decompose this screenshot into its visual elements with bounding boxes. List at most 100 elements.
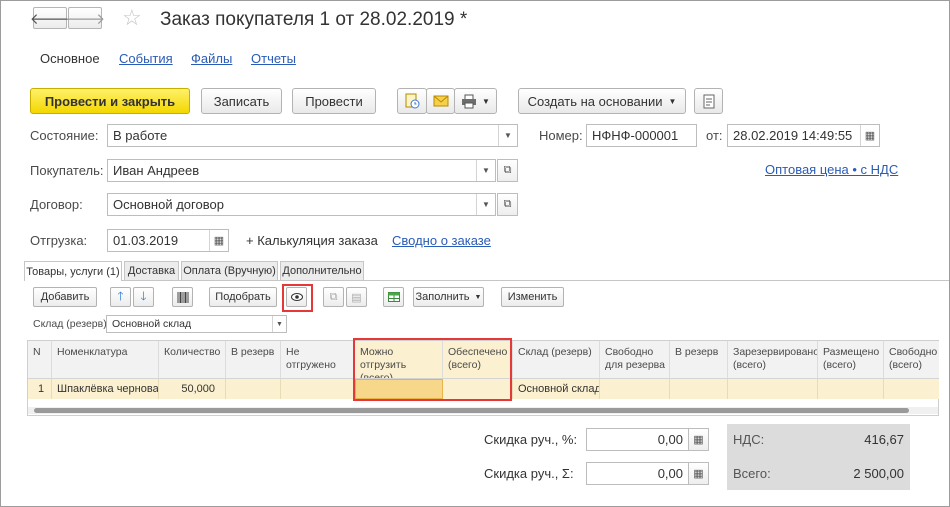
table-cell-placed[interactable] — [818, 379, 884, 399]
state-select[interactable]: В работе ▼ — [107, 124, 518, 147]
table-cell-not-shipped[interactable] — [281, 379, 355, 399]
table-cell-free-for-reserve[interactable] — [600, 379, 670, 399]
calendar-icon[interactable]: ▦ — [209, 230, 228, 251]
date-field[interactable]: 28.02.2019 14:49:55 ▦ — [727, 124, 880, 147]
discount-sum-field[interactable]: 0,00 — [586, 462, 689, 485]
page-title: Заказ покупателя 1 от 28.02.2019 * — [160, 9, 468, 30]
create-based-label: Создать на основании — [527, 93, 663, 109]
buyer-field[interactable]: Иван Андреев ▼ — [107, 159, 496, 182]
chevron-down-icon[interactable]: ▼ — [476, 194, 495, 215]
table-cell-reserved[interactable] — [728, 379, 818, 399]
date-label: от: — [706, 128, 723, 143]
fill-button[interactable]: Заполнить ▼ — [413, 287, 484, 307]
report-doc-button[interactable] — [397, 88, 427, 114]
shipment-label: Отгрузка: — [30, 233, 88, 248]
nav-files[interactable]: Файлы — [191, 51, 232, 66]
move-up-icon[interactable]: 🡑 — [110, 287, 131, 307]
envelope-icon — [433, 95, 448, 107]
chevron-down-icon: ▼ — [482, 96, 490, 106]
barcode-button[interactable] — [172, 287, 193, 307]
warehouse-label: Склад (резерв): — [33, 318, 110, 330]
table-cell-n[interactable]: 1 — [28, 379, 52, 399]
tab-payment[interactable]: Оплата (Вручную) — [181, 261, 278, 280]
post-button[interactable]: Провести — [292, 88, 376, 114]
print-button[interactable]: ▼ — [454, 88, 497, 114]
column-header-not-shipped[interactable]: Не отгружено — [281, 341, 355, 379]
scrollbar-thumb[interactable] — [34, 408, 909, 413]
number-field[interactable]: НФНФ-000001 — [586, 124, 697, 147]
column-header-to-reserve-2[interactable]: В резерв — [670, 341, 728, 379]
column-header-nomenclature[interactable]: Номенклатура — [52, 341, 159, 379]
add-button[interactable]: Добавить — [33, 287, 97, 307]
back-button[interactable]: 🡐 — [30, 7, 70, 29]
horizontal-scrollbar[interactable] — [28, 407, 938, 414]
arrow-right-icon: 🡒 — [64, 10, 106, 28]
table-fill-button[interactable] — [383, 287, 404, 307]
move-down-icon[interactable]: 🡓 — [133, 287, 154, 307]
discount-percent-label: Скидка руч., %: — [484, 432, 578, 447]
table-cell-quantity[interactable]: 50,000 — [159, 379, 226, 399]
structure-button[interactable] — [694, 88, 723, 114]
barcode-icon — [177, 291, 188, 303]
table-cell-provided[interactable] — [443, 379, 513, 399]
price-type-link[interactable]: Оптовая цена • с НДС — [765, 162, 898, 177]
nav-main[interactable]: Основное — [40, 51, 100, 66]
tab-goods[interactable]: Товары, услуги (1) — [24, 261, 122, 281]
state-label: Состояние: — [30, 128, 99, 143]
open-icon[interactable]: ⧉ — [497, 193, 518, 216]
fill-label: Заполнить — [415, 291, 470, 303]
tab-delivery[interactable]: Доставка — [124, 261, 179, 280]
copy-icon[interactable]: ⧉ — [323, 287, 344, 307]
show-toggle-button[interactable] — [286, 287, 307, 307]
calculation-text[interactable]: + Калькуляция заказа — [246, 233, 378, 248]
buyer-label: Покупатель: — [30, 163, 104, 178]
column-header-can-ship[interactable]: Можно отгрузить (всего) — [355, 341, 443, 379]
post-and-close-button[interactable]: Провести и закрыть — [30, 88, 190, 114]
eye-icon — [290, 293, 303, 301]
table-cell-warehouse[interactable]: Основной склад — [513, 379, 600, 399]
contract-field[interactable]: Основной договор ▼ — [107, 193, 496, 216]
table-cell-free[interactable] — [884, 379, 939, 399]
warehouse-value: Основной склад — [112, 318, 192, 330]
contract-label: Договор: — [30, 197, 83, 212]
discount-percent-field[interactable]: 0,00 — [586, 428, 689, 451]
calendar-icon[interactable]: ▦ — [860, 125, 879, 146]
tabs-divider — [24, 280, 950, 281]
create-based-on-button[interactable]: Создать на основании ▼ — [518, 88, 686, 114]
nav-events[interactable]: События — [119, 51, 173, 66]
save-button[interactable]: Записать — [201, 88, 282, 114]
table-cell-nomenclature[interactable]: Шпаклёвка черновая — [52, 379, 159, 399]
column-header-reserved[interactable]: Зарезервировано (всего) — [728, 341, 818, 379]
table-cell-can-ship[interactable] — [355, 379, 443, 399]
column-header-quantity[interactable]: Количество — [159, 341, 226, 379]
chevron-down-icon[interactable]: ▼ — [272, 316, 286, 332]
column-header-free[interactable]: Свободно (всего) — [884, 341, 939, 379]
paste-icon[interactable]: ▤ — [346, 287, 367, 307]
chevron-down-icon[interactable]: ▼ — [476, 160, 495, 181]
column-header-warehouse[interactable]: Склад (резерв) — [513, 341, 600, 379]
star-icon[interactable]: ☆ — [122, 5, 142, 31]
pick-button[interactable]: Подобрать — [209, 287, 277, 307]
calculator-icon[interactable]: ▦ — [688, 462, 709, 485]
change-button[interactable]: Изменить — [501, 287, 564, 307]
email-button[interactable] — [426, 88, 455, 114]
table-cell-to-reserve[interactable] — [226, 379, 281, 399]
table-green-icon — [387, 292, 400, 302]
column-header-placed[interactable]: Размещено (всего) — [818, 341, 884, 379]
shipment-date-field[interactable]: 01.03.2019 ▦ — [107, 229, 229, 252]
printer-icon — [462, 94, 477, 108]
open-icon[interactable]: ⧉ — [497, 159, 518, 182]
column-header-to-reserve[interactable]: В резерв — [226, 341, 281, 379]
table-cell-to-reserve-2[interactable] — [670, 379, 728, 399]
warehouse-select[interactable]: Основной склад ▼ — [106, 315, 287, 333]
chevron-down-icon[interactable]: ▼ — [498, 125, 517, 146]
calculator-icon[interactable]: ▦ — [688, 428, 709, 451]
total-label: Всего: — [733, 466, 771, 481]
column-header-n[interactable]: N — [28, 341, 52, 379]
summary-link[interactable]: Сводно о заказе — [392, 233, 491, 248]
column-header-free-for-reserve[interactable]: Свободно для резерва — [600, 341, 670, 379]
column-header-provided[interactable]: Обеспечено (всего) — [443, 341, 513, 379]
forward-button[interactable]: 🡒 — [64, 7, 106, 29]
nav-reports[interactable]: Отчеты — [251, 51, 296, 66]
tab-additional[interactable]: Дополнительно — [280, 261, 364, 280]
